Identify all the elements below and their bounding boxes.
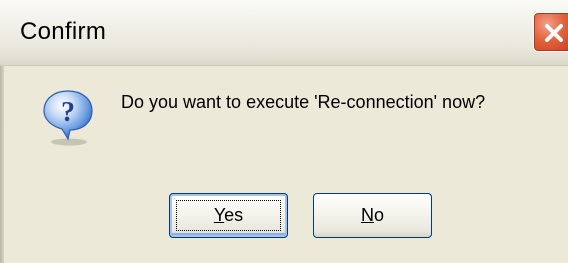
no-accelerator: N (360, 205, 374, 225)
svg-text:?: ? (61, 97, 75, 128)
yes-accelerator: Y (213, 205, 225, 225)
title-bar[interactable]: Confirm (0, 0, 568, 66)
no-button[interactable]: No (313, 193, 432, 238)
yes-button[interactable]: Yes (169, 193, 288, 238)
no-button-label: No (361, 205, 384, 225)
yes-button-label: Yes (214, 205, 243, 225)
window-title: Confirm (20, 18, 107, 45)
confirm-dialog: Confirm ? Do you want to execute 'Re-con… (0, 0, 568, 263)
window-border (0, 66, 4, 263)
question-icon: ? (43, 90, 93, 146)
close-icon (545, 24, 563, 42)
yes-label-rest: es (224, 205, 244, 225)
confirm-message: Do you want to execute 'Re-connection' n… (121, 92, 486, 112)
no-label-rest: o (373, 205, 384, 225)
close-button[interactable] (533, 12, 568, 52)
